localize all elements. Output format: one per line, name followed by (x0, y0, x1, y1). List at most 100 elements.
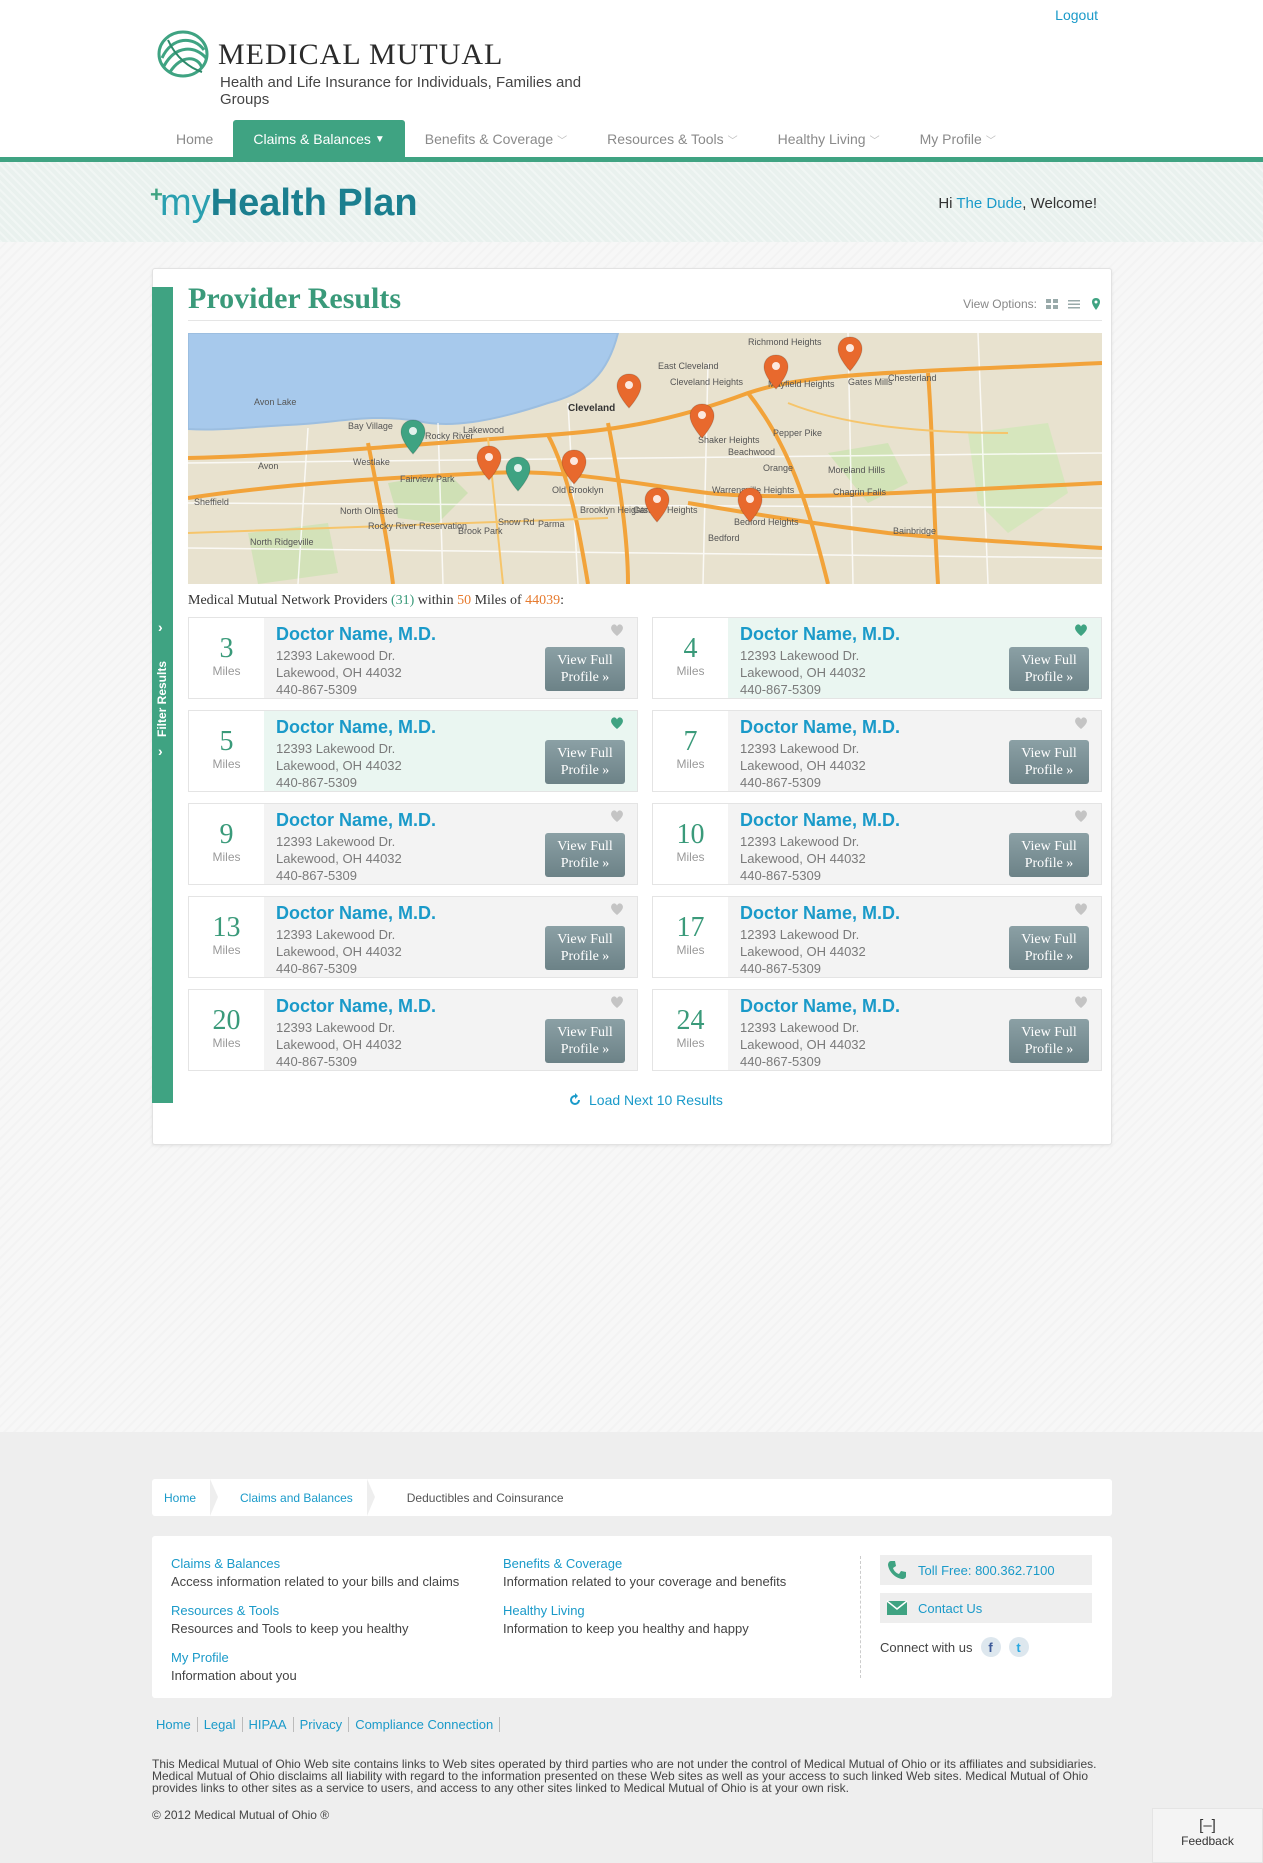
distance-block: 5 Miles (189, 711, 264, 791)
breadcrumb-section-link[interactable]: Claims and Balances (230, 1491, 353, 1505)
chevron-down-icon: ﹀ (557, 135, 568, 147)
map-pin-icon[interactable] (504, 456, 532, 492)
breadcrumb-current: Deductibles and Coinsurance (406, 1490, 564, 1505)
provider-result-card[interactable]: 3 Miles Doctor Name, M.D. 12393 Lakewood Dr… (188, 617, 638, 699)
map-pin-icon[interactable] (475, 445, 503, 481)
provider-name-link[interactable]: Doctor Name, M.D. (276, 903, 436, 924)
provider-result-card[interactable]: 7 Miles Doctor Name, M.D. 12393 Lakewood Dr… (652, 710, 1102, 792)
nav-resources-tools[interactable]: Resources & Tools ﹀ (587, 120, 757, 158)
welcome-greeting: Hi The Dude, Welcome! (938, 195, 1097, 212)
provider-name-link[interactable]: Doctor Name, M.D. (276, 996, 436, 1017)
provider-map[interactable]: Cleveland Lakewood Westlake Fairview Par… (188, 333, 1102, 584)
footer-compliance-link[interactable]: Compliance Connection (349, 1717, 501, 1732)
feedback-button[interactable]: [–] Feedback (1152, 1808, 1263, 1863)
map-pin-icon[interactable] (836, 336, 864, 372)
map-label: North Ridgeville (250, 537, 314, 547)
toll-free-row[interactable]: Toll Free: 800.362.7100 (880, 1555, 1092, 1585)
map-view-icon[interactable] (1089, 297, 1103, 311)
view-full-profile-button[interactable]: View Full Profile » (1009, 740, 1089, 784)
heart-icon[interactable] (1073, 901, 1089, 917)
footer-link-benefits[interactable]: Benefits & Coverage (503, 1556, 786, 1571)
facebook-icon[interactable]: f (980, 1637, 1001, 1657)
view-full-profile-button[interactable]: View Full Profile » (545, 740, 625, 784)
footer-link-resources[interactable]: Resources & Tools (171, 1603, 409, 1618)
provider-name-link[interactable]: Doctor Name, M.D. (740, 810, 900, 831)
provider-name-link[interactable]: Doctor Name, M.D. (276, 624, 436, 645)
map-pin-icon[interactable] (762, 354, 790, 390)
map-pin-icon[interactable] (560, 449, 588, 485)
heart-icon[interactable] (1073, 994, 1089, 1010)
provider-name-link[interactable]: Doctor Name, M.D. (740, 717, 900, 738)
map-pin-icon[interactable] (688, 403, 716, 439)
provider-result-card[interactable]: 24 Miles Doctor Name, M.D. 12393 Lakewood D… (652, 989, 1102, 1071)
footer-link-claims[interactable]: Claims & Balances (171, 1556, 459, 1571)
medical-mutual-logo[interactable]: MEDICAL MUTUAL Health and Life Insurance… (156, 28, 616, 108)
feedback-label: Feedback (1181, 1834, 1234, 1848)
provider-name-link[interactable]: Doctor Name, M.D. (276, 810, 436, 831)
nav-healthy-living[interactable]: Healthy Living ﹀ (758, 120, 900, 158)
logo-mark-icon (157, 30, 209, 78)
provider-address: 12393 Lakewood Dr. Lakewood, OH 44032 440-… (740, 647, 866, 698)
provider-address: 12393 Lakewood Dr. Lakewood, OH 44032 440-… (740, 740, 866, 791)
favorite-heart-icon[interactable] (1073, 622, 1089, 638)
provider-result-card[interactable]: 10 Miles Doctor Name, M.D. 12393 Lakewood D… (652, 803, 1102, 885)
summary-within: within (414, 593, 458, 608)
provider-result-card[interactable]: 4 Miles Doctor Name, M.D. 12393 Lakewood Dr… (652, 617, 1102, 699)
view-full-profile-button[interactable]: View Full Profile » (545, 1019, 625, 1063)
view-full-profile-button[interactable]: View Full Profile » (1009, 833, 1089, 877)
twitter-icon[interactable]: t (1008, 1637, 1029, 1657)
view-full-profile-button[interactable]: View Full Profile » (1009, 647, 1089, 691)
provider-result-card[interactable]: 20 Miles Doctor Name, M.D. 12393 Lakewood D… (188, 989, 638, 1071)
view-full-profile-button[interactable]: View Full Profile » (545, 926, 625, 970)
footer-link-healthy-living[interactable]: Healthy Living (503, 1603, 749, 1618)
footer-home-link[interactable]: Home (156, 1717, 198, 1732)
user-name-link[interactable]: The Dude (956, 195, 1022, 212)
footer-link-profile[interactable]: My Profile (171, 1650, 297, 1665)
distance-value: 4 (683, 633, 698, 664)
nav-my-profile[interactable]: My Profile ﹀ (900, 120, 1016, 158)
map-pin-icon[interactable] (615, 373, 643, 409)
map-pin-icon[interactable] (399, 419, 427, 455)
provider-name-link[interactable]: Doctor Name, M.D. (276, 717, 436, 738)
footer-legal-link[interactable]: Legal (198, 1717, 243, 1732)
title-health-plan: Health Plan (210, 182, 418, 224)
distance-unit: Miles (676, 757, 705, 771)
summary-prefix: Medical Mutual Network Providers (188, 593, 391, 608)
map-pin-icon[interactable] (736, 487, 764, 523)
breadcrumb-item: Home (152, 1479, 219, 1516)
load-next-button[interactable]: Load Next 10 Results (567, 1092, 723, 1108)
heart-icon[interactable] (609, 994, 625, 1010)
address-street: 12393 Lakewood Dr. (276, 834, 396, 849)
logout-link[interactable]: Logout (1055, 7, 1098, 23)
view-full-profile-button[interactable]: View Full Profile » (1009, 1019, 1089, 1063)
nav-benefits-coverage[interactable]: Benefits & Coverage ﹀ (405, 120, 587, 158)
view-full-profile-button[interactable]: View Full Profile » (545, 647, 625, 691)
heart-icon[interactable] (609, 622, 625, 638)
provider-name-link[interactable]: Doctor Name, M.D. (740, 996, 900, 1017)
footer-privacy-link[interactable]: Privacy (294, 1717, 350, 1732)
footer-hipaa-link[interactable]: HIPAA (243, 1717, 294, 1732)
contact-us-link[interactable]: Contact Us (880, 1593, 1092, 1623)
grid-view-icon[interactable] (1045, 297, 1059, 311)
provider-result-card[interactable]: 13 Miles Doctor Name, M.D. 12393 Lakewood D… (188, 896, 638, 978)
provider-name-link[interactable]: Doctor Name, M.D. (740, 903, 900, 924)
provider-result-card[interactable]: 5 Miles Doctor Name, M.D. 12393 Lakewood Dr… (188, 710, 638, 792)
filter-results-tab[interactable]: › Filter Results › (152, 287, 173, 1103)
heart-icon[interactable] (1073, 808, 1089, 824)
nav-home[interactable]: Home (156, 120, 233, 158)
view-full-profile-button[interactable]: View Full Profile » (545, 833, 625, 877)
footer-divider (860, 1556, 861, 1678)
result-count: (31) (390, 593, 415, 608)
view-full-profile-button[interactable]: View Full Profile » (1009, 926, 1089, 970)
list-view-icon[interactable] (1067, 297, 1081, 311)
provider-result-card[interactable]: 9 Miles Doctor Name, M.D. 12393 Lakewood Dr… (188, 803, 638, 885)
provider-name-link[interactable]: Doctor Name, M.D. (740, 624, 900, 645)
heart-icon[interactable] (609, 808, 625, 824)
heart-icon[interactable] (1073, 715, 1089, 731)
map-pin-icon[interactable] (643, 487, 671, 523)
favorite-heart-icon[interactable] (609, 715, 625, 731)
provider-result-card[interactable]: 17 Miles Doctor Name, M.D. 12393 Lakewood D… (652, 896, 1102, 978)
heart-icon[interactable] (609, 901, 625, 917)
nav-claims-balances[interactable]: Claims & Balances ▼ (233, 120, 405, 158)
breadcrumb-home-link[interactable]: Home (164, 1491, 196, 1505)
